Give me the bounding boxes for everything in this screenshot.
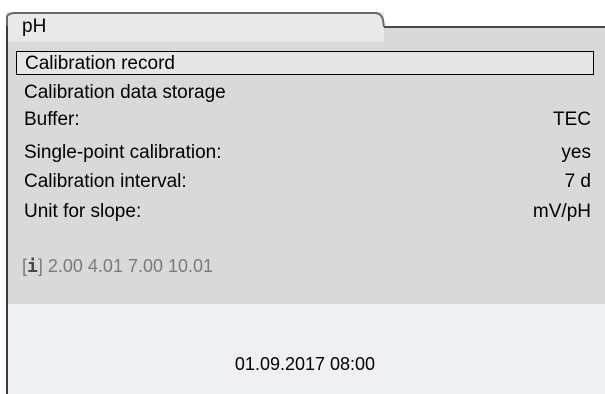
device-screen: pH Calibration record Calibration data s… bbox=[0, 0, 605, 394]
tab-ph[interactable]: pH bbox=[6, 12, 385, 42]
menu-item-calibration-interval[interactable]: Calibration interval: 7 d bbox=[16, 170, 594, 194]
menu-item-label: Calibration record bbox=[25, 53, 175, 74]
menu-item-value: yes bbox=[561, 142, 591, 163]
status-bar bbox=[8, 304, 605, 394]
menu-item-calibration-data-storage[interactable]: Calibration data storage bbox=[16, 81, 594, 105]
buffer-info-line: [i] 2.00 4.01 7.00 10.01 bbox=[22, 255, 213, 278]
menu-item-buffer[interactable]: Buffer: TEC bbox=[16, 108, 594, 132]
tab-outline bbox=[6, 12, 385, 28]
menu-item-label: Calibration interval: bbox=[24, 171, 187, 192]
panel-top-border bbox=[384, 26, 605, 28]
menu-item-label: Unit for slope: bbox=[24, 201, 142, 222]
menu-item-unit-for-slope[interactable]: Unit for slope: mV/pH bbox=[16, 200, 594, 224]
date-time-display: 01.09.2017 08:00 bbox=[234, 354, 376, 374]
info-close-bracket: ] bbox=[37, 256, 43, 276]
menu-item-calibration-record[interactable]: Calibration record bbox=[16, 51, 594, 75]
tab-label: pH bbox=[22, 16, 47, 37]
menu-item-single-point-calibration[interactable]: Single-point calibration: yes bbox=[16, 141, 594, 165]
menu-item-label: Buffer: bbox=[24, 109, 80, 130]
info-icon: i bbox=[27, 256, 38, 277]
menu-item-value: mV/pH bbox=[532, 201, 591, 222]
menu-item-value: 7 d bbox=[564, 171, 591, 192]
menu-item-label: Calibration data storage bbox=[24, 82, 226, 103]
menu-item-label: Single-point calibration: bbox=[24, 142, 222, 163]
buffer-values-text: 2.00 4.01 7.00 10.01 bbox=[47, 256, 214, 276]
menu-item-value: TEC bbox=[553, 109, 591, 130]
